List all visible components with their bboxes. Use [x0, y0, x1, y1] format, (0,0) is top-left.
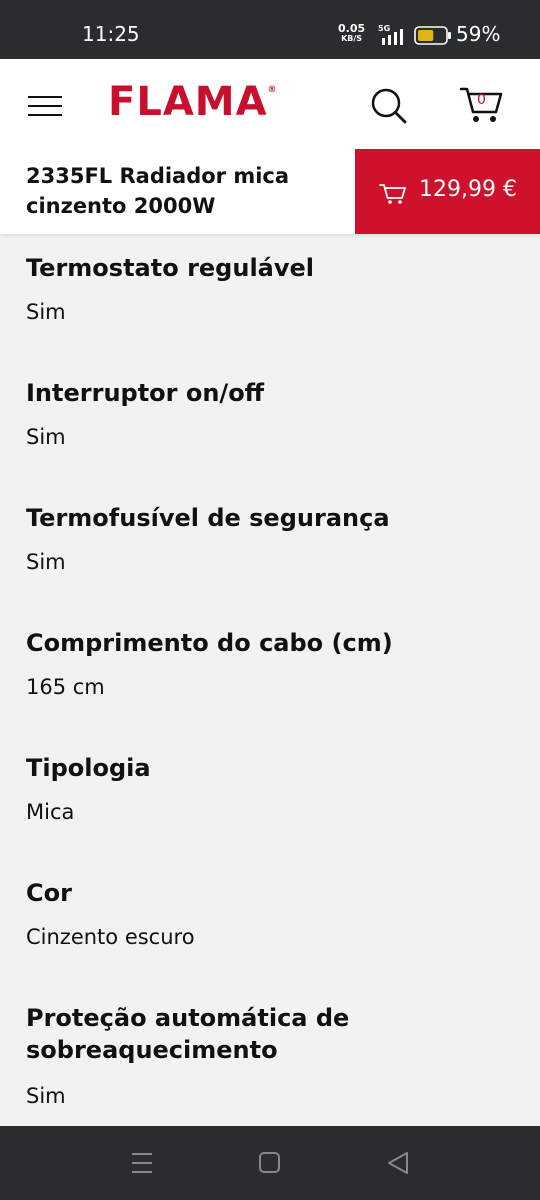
battery-icon — [414, 26, 451, 45]
spec-value: Mica — [26, 800, 75, 824]
spec-label: Cor — [26, 879, 72, 907]
recents-icon[interactable] — [130, 1151, 154, 1175]
spec-label: Termofusível de segurança — [26, 504, 390, 532]
search-icon[interactable] — [370, 87, 408, 125]
spec-item: Termostato regulável Sim — [26, 252, 516, 377]
logo-registered-mark: ® — [267, 85, 278, 95]
spec-item: Cor Cinzento escuro — [26, 877, 516, 1002]
site-header: FLAMA® 0 — [0, 59, 540, 149]
spec-item: Interruptor on/off Sim — [26, 377, 516, 502]
spec-label: Interruptor on/off — [26, 379, 265, 407]
spec-item: Proteção automática de sobreaquecimento … — [26, 1002, 516, 1127]
add-to-cart-button[interactable]: 129,99 € — [355, 149, 540, 234]
spec-value: Sim — [26, 425, 66, 449]
logo-text: FLAMA — [108, 79, 268, 125]
menu-icon[interactable] — [28, 96, 62, 118]
product-price: 129,99 € — [419, 177, 517, 202]
spec-value: Cinzento escuro — [26, 925, 195, 949]
status-time: 11:25 — [82, 22, 140, 46]
spec-value: 165 cm — [26, 675, 105, 699]
cart-icon — [379, 184, 406, 204]
battery-percentage: 59% — [456, 22, 501, 46]
signal-icon — [382, 29, 403, 45]
cart-count-badge: 0 — [477, 92, 486, 108]
spec-label: Comprimento do cabo (cm) — [26, 629, 393, 657]
spec-value: Sim — [26, 300, 66, 324]
product-sticky-bar: 2335FL Radiador mica cinzento 2000W 129,… — [0, 149, 540, 234]
spec-label: Tipologia — [26, 754, 151, 782]
spec-item: Comprimento do cabo (cm) 165 cm — [26, 627, 516, 752]
system-nav-bar — [0, 1126, 540, 1200]
network-speed: 0.05 KB/S — [338, 23, 365, 44]
spec-list: Termostato regulável Sim Interruptor on/… — [26, 252, 516, 1127]
spec-label: Proteção automática de sobreaquecimento — [26, 1004, 350, 1064]
status-bar: 11:25 0.05 KB/S 5G 59% — [0, 0, 540, 59]
spec-item: Termofusível de segurança Sim — [26, 502, 516, 627]
spec-label: Termostato regulável — [26, 254, 315, 282]
network-speed-unit: KB/S — [341, 34, 363, 43]
spec-value: Sim — [26, 550, 66, 574]
product-title: 2335FL Radiador mica cinzento 2000W — [26, 164, 290, 218]
back-icon[interactable] — [386, 1151, 410, 1175]
spec-item: Tipologia Mica — [26, 752, 516, 877]
home-icon[interactable] — [258, 1151, 282, 1175]
flama-logo[interactable]: FLAMA® — [108, 79, 278, 125]
spec-value: Sim — [26, 1084, 66, 1108]
